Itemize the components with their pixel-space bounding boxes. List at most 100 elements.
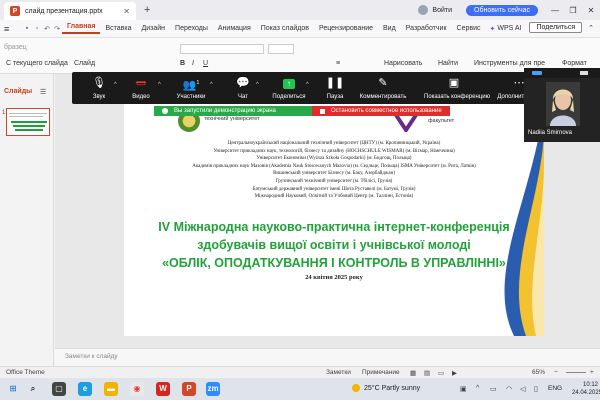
italic-icon[interactable]: I <box>192 60 194 67</box>
tab-slideshow[interactable]: Показ слайдов <box>256 25 314 32</box>
pause-button[interactable]: ❚❚ Пауза <box>310 76 360 100</box>
chat-button[interactable]: 💬 Чат <box>218 76 268 100</box>
paragraph-align-icon[interactable]: ≡ <box>336 60 340 67</box>
comments-toggle[interactable]: Примечание <box>362 369 400 376</box>
input-language[interactable]: ENG <box>548 385 562 392</box>
windows-start-icon[interactable]: ⊞ <box>6 382 20 396</box>
task-view-icon[interactable]: ▢ <box>52 382 66 396</box>
redo-icon[interactable]: ↷ <box>52 25 62 33</box>
taskbar: ⊞ ⌕ ▢ e ▬ ◉ W P zm 25°C Partly sunny ▣ ^… <box>0 378 600 400</box>
undo-icon[interactable]: ↶ <box>42 25 52 33</box>
view-toggle-icon[interactable] <box>532 71 542 75</box>
presentation-taskbar-icon[interactable]: P <box>182 382 196 396</box>
show-meeting-button[interactable]: ▣ Показать конференцию <box>424 76 490 100</box>
slide-notes[interactable]: Заметки к слайду <box>55 348 600 366</box>
participant-video[interactable]: Nadiia Smirnova <box>524 68 600 142</box>
search-icon[interactable]: ⌕ <box>26 382 40 396</box>
underline-icon[interactable]: U <box>203 60 208 67</box>
slide[interactable]: національний технічний університет факул… <box>124 104 544 336</box>
wps-ai-button[interactable]: ✦ WPS AI <box>490 25 522 33</box>
notes-toggle[interactable]: Заметки <box>326 369 351 376</box>
annotate-button[interactable]: ✎ Комментировать <box>358 76 408 100</box>
close-tab-icon[interactable]: ✕ <box>123 7 130 16</box>
zoom-tray-icon[interactable]: ▣ <box>460 385 467 393</box>
chevron-up-icon[interactable]: ⌃ <box>588 24 594 32</box>
reading-view-icon[interactable]: ▭ <box>438 369 444 377</box>
new-slide-button[interactable]: Слайд <box>74 60 95 67</box>
new-tab-icon[interactable]: + <box>144 4 150 16</box>
bold-icon[interactable]: B <box>180 60 185 67</box>
normal-view-icon[interactable]: ▦ <box>410 369 416 377</box>
tab-design[interactable]: Дизайн <box>137 25 171 32</box>
tab-home[interactable]: Главная <box>62 23 101 34</box>
meeting-window-icon: ▣ <box>448 77 460 89</box>
stop-sharing-button[interactable]: Остановить совместное использование <box>312 106 450 116</box>
partner-universities: Центральноукраїнський національний техні… <box>124 140 544 201</box>
conference-title-line: здобувачів вищої освіти і учнівської мол… <box>197 238 471 252</box>
tab-transitions[interactable]: Переходы <box>170 25 213 32</box>
minimize-icon[interactable]: — <box>546 6 564 15</box>
maximize-icon[interactable]: ❐ <box>564 6 582 15</box>
tab-tools[interactable]: Сервис <box>452 25 486 32</box>
chevron-up-icon[interactable]: ^ <box>158 82 161 88</box>
close-window-icon[interactable]: ✕ <box>582 6 600 15</box>
sorter-view-icon[interactable]: ▤ <box>424 369 430 377</box>
clock-date: 24.04.2025 <box>572 390 600 396</box>
presentation-tools-button[interactable]: Инструменты для пре <box>474 60 545 67</box>
stop-icon <box>320 108 325 114</box>
style-sample[interactable]: бразец <box>4 44 27 51</box>
format-button[interactable]: Формат <box>562 60 587 67</box>
tab-review[interactable]: Рецензирование <box>314 25 378 32</box>
zoom-out-icon[interactable]: − <box>554 369 558 376</box>
weather-widget[interactable]: 25°C Partly sunny <box>352 384 420 392</box>
pencil-icon: ✎ <box>378 77 388 89</box>
chevron-up-icon[interactable]: ^ <box>256 82 259 88</box>
system-clock[interactable]: 10:12 24.04.2025 <box>572 381 600 397</box>
find-button[interactable]: Найти <box>438 60 458 67</box>
zoom-slider[interactable] <box>566 372 586 373</box>
share-screen-button[interactable]: ↑ Поделиться <box>264 76 314 100</box>
slide-number: 1 <box>2 110 6 116</box>
sun-icon <box>352 384 360 392</box>
speaker-icon[interactable]: ◁ <box>520 385 525 393</box>
sharing-status: Вы запустили демонстрацию экрана <box>154 106 312 116</box>
file-explorer-icon[interactable]: ▬ <box>104 382 118 396</box>
wifi-icon[interactable]: ◠ <box>506 385 512 393</box>
video-button[interactable]: ▭ Видео <box>116 76 166 100</box>
from-current-slide-button[interactable]: С текущего слайда <box>6 60 68 67</box>
login-button[interactable]: Войти <box>418 5 452 15</box>
participants-button[interactable]: 👥1 Участники <box>166 76 216 100</box>
chevron-up-icon[interactable]: ^ <box>306 82 309 88</box>
draw-button[interactable]: Нарисовать <box>384 60 422 67</box>
edge-icon[interactable]: e <box>78 382 92 396</box>
tray-overflow-icon[interactable]: ^ <box>476 385 479 392</box>
tab-animation[interactable]: Анимация <box>213 25 256 32</box>
zoom-in-icon[interactable]: + <box>590 369 594 376</box>
chevron-up-icon[interactable]: ^ <box>210 82 213 88</box>
outline-view-icon[interactable]: ☰ <box>40 88 46 96</box>
save-icon[interactable]: ▪ <box>22 25 32 33</box>
tab-insert[interactable]: Вставка <box>100 25 136 32</box>
font-size-select[interactable] <box>268 44 294 54</box>
share-button[interactable]: Поделиться <box>529 22 583 33</box>
update-button[interactable]: Обновить сейчас <box>466 4 538 16</box>
battery-icon[interactable]: ▭ <box>490 385 497 393</box>
zoom-level[interactable]: 65% <box>532 369 545 376</box>
slide-thumbnail[interactable] <box>6 108 50 136</box>
tab-view[interactable]: Вид <box>378 25 401 32</box>
font-family-select[interactable] <box>180 44 264 54</box>
network-icon[interactable]: ▯ <box>534 385 538 393</box>
video-panel-header <box>524 68 600 78</box>
zoom-app-icon[interactable]: zm <box>206 382 220 396</box>
ribbon: бразец С текущего слайда Слайд B I U ≡ Н… <box>0 38 600 74</box>
avatar-icon <box>418 5 429 15</box>
chrome-icon[interactable]: ◉ <box>130 382 144 396</box>
slideshow-play-icon[interactable]: ▶ <box>452 369 457 377</box>
slides-panel-header[interactable]: Слайды <box>4 88 32 95</box>
tab-developer[interactable]: Разработчик <box>401 25 452 32</box>
wps-office-icon[interactable]: W <box>156 382 170 396</box>
print-icon[interactable]: ▫ <box>32 25 42 33</box>
minimize-video-icon[interactable] <box>580 71 588 75</box>
menu-icon[interactable]: ≡ <box>4 24 18 34</box>
document-tab[interactable]: P слайд презентация.pptx ✕ <box>4 2 136 20</box>
